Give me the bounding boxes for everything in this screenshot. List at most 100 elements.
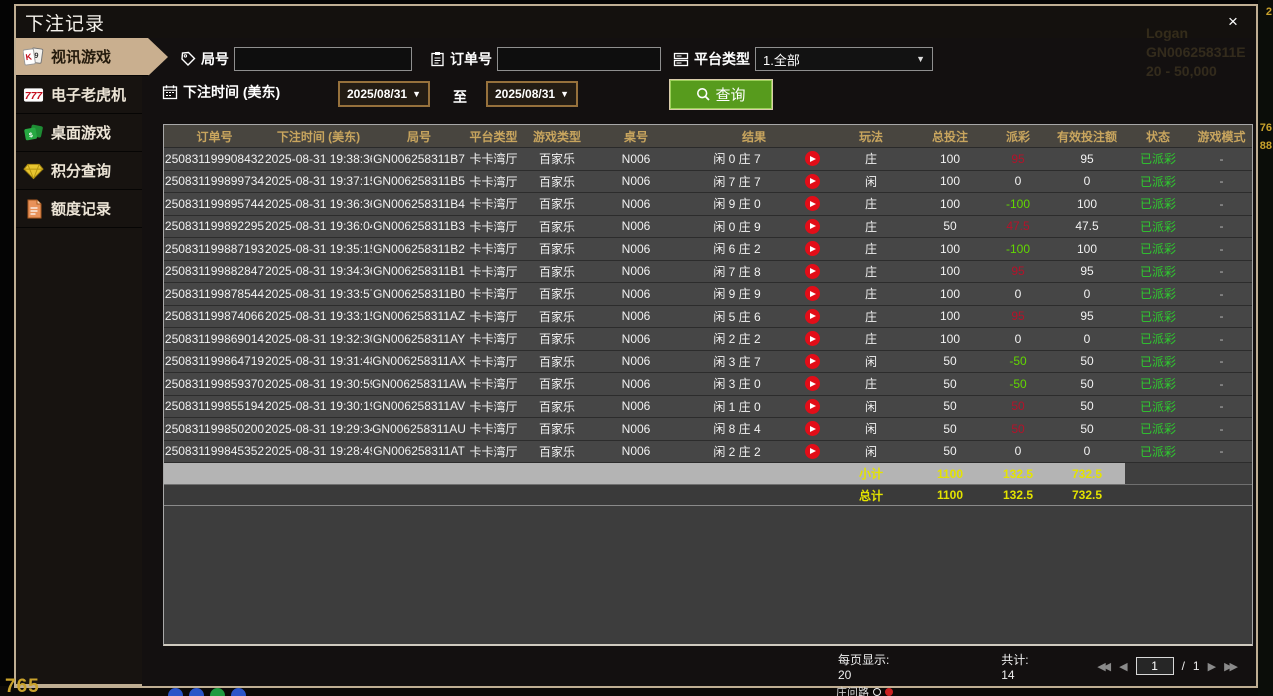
play-type-cell: 闲 <box>829 443 913 460</box>
sidebar-item-2[interactable]: 777电子老虎机 <box>16 76 142 114</box>
column-header: 平台类型 <box>466 128 521 145</box>
table-number-cell: N006 <box>593 287 679 301</box>
table-row[interactable]: 2508311998647192025-08-31 19:31:48GN0062… <box>164 351 1252 374</box>
platform-cell: 卡卡湾厅 <box>466 150 521 167</box>
close-icon[interactable]: × <box>1222 11 1244 33</box>
replay-button[interactable] <box>795 219 829 234</box>
table-number-cell: N006 <box>593 174 679 188</box>
result-text: 闲 3 庄 0 <box>679 375 795 392</box>
valid-bet-cell: 95 <box>1049 152 1125 166</box>
record-count-label: 共计: 14 <box>1001 651 1042 682</box>
game-mode-cell: - <box>1191 174 1252 188</box>
game-type-cell: 百家乐 <box>521 173 593 190</box>
column-header: 订单号 <box>164 128 265 145</box>
platform-cell: 卡卡湾厅 <box>466 240 521 257</box>
replay-button[interactable] <box>795 376 829 391</box>
play-icon <box>805 286 820 301</box>
status-cell: 已派彩 <box>1125 218 1191 235</box>
game-type-cell: 百家乐 <box>521 375 593 392</box>
clipboard-icon <box>430 51 445 67</box>
round-id-cell: GN006258311AY <box>372 332 466 346</box>
table-row[interactable]: 2508311998922952025-08-31 19:36:04GN0062… <box>164 216 1252 239</box>
subtotal-valid: 732.5 <box>1049 467 1125 481</box>
platform-cell: 卡卡湾厅 <box>466 375 521 392</box>
total-bet-cell: 100 <box>913 197 987 211</box>
table-row[interactable]: 2508311998997342025-08-31 19:37:15GN0062… <box>164 171 1252 194</box>
replay-button[interactable] <box>795 241 829 256</box>
first-page-button[interactable]: ◀◀ <box>1097 660 1111 673</box>
column-header: 结果 <box>679 128 829 145</box>
column-header: 派彩 <box>987 128 1049 145</box>
game-type-cell: 百家乐 <box>521 420 593 437</box>
table-number-cell: N006 <box>593 152 679 166</box>
valid-bet-cell: 0 <box>1049 287 1125 301</box>
valid-bet-cell: 0 <box>1049 174 1125 188</box>
play-type-cell: 庄 <box>829 150 913 167</box>
replay-button[interactable] <box>795 354 829 369</box>
table-row[interactable]: 2508311998871932025-08-31 19:35:15GN0062… <box>164 238 1252 261</box>
round-id-cell: GN006258311B1 <box>372 264 466 278</box>
last-page-button[interactable]: ▶▶ <box>1224 660 1238 673</box>
replay-button[interactable] <box>795 264 829 279</box>
result-text: 闲 3 庄 7 <box>679 353 795 370</box>
bead-icon <box>168 688 183 696</box>
sidebar-item-1[interactable]: 9K视讯游戏 <box>16 38 168 76</box>
table-row[interactable]: 2508311998828472025-08-31 19:34:36GN0062… <box>164 261 1252 284</box>
date-to-picker[interactable]: 2025/08/31 ▼ <box>486 81 578 107</box>
order-number-cell: 250831199874066 <box>164 309 265 323</box>
replay-button[interactable] <box>795 399 829 414</box>
total-bet-cell: 50 <box>913 354 987 368</box>
total-bet-cell: 50 <box>913 377 987 391</box>
table-header-row: 订单号下注时间 (美东)局号平台类型游戏类型桌号结果玩法总投注派彩有效投注额状态… <box>164 125 1252 148</box>
next-page-button[interactable]: ▶ <box>1208 660 1216 673</box>
total-bet-cell: 50 <box>913 422 987 436</box>
platform-type-select[interactable]: 1.全部 ▼ <box>755 47 933 71</box>
order-number-cell: 250831199869014 <box>164 332 265 346</box>
replay-button[interactable] <box>795 331 829 346</box>
total-bet-cell: 100 <box>913 287 987 301</box>
table-row[interactable]: 2508311998740662025-08-31 19:33:15GN0062… <box>164 306 1252 329</box>
table-row[interactable]: 2508311998690142025-08-31 19:32:30GN0062… <box>164 328 1252 351</box>
valid-bet-cell: 95 <box>1049 309 1125 323</box>
replay-button[interactable] <box>795 174 829 189</box>
replay-button[interactable] <box>795 421 829 436</box>
table-row[interactable]: 2508311998453522025-08-31 19:28:49GN0062… <box>164 441 1252 464</box>
column-header: 总投注 <box>913 128 987 145</box>
result-cell: 闲 9 庄 0 <box>679 195 829 212</box>
payout-cell: 0 <box>987 332 1049 346</box>
replay-button[interactable] <box>795 286 829 301</box>
background-right-strip: 2 76 88 <box>1258 0 1273 696</box>
result-text: 闲 9 庄 0 <box>679 195 795 212</box>
order-number-cell: 250831199895744 <box>164 197 265 211</box>
order-input[interactable] <box>497 47 661 71</box>
sidebar-item-5[interactable]: 额度记录 <box>16 190 142 228</box>
page-input[interactable] <box>1136 657 1174 675</box>
result-cell: 闲 2 庄 2 <box>679 443 829 460</box>
replay-button[interactable] <box>795 444 829 459</box>
table-row[interactable]: 2508311998502002025-08-31 19:29:34GN0062… <box>164 418 1252 441</box>
bet-time-cell: 2025-08-31 19:30:19 <box>265 399 372 413</box>
sidebar-item-3[interactable]: $桌面游戏 <box>16 114 142 152</box>
query-button[interactable]: 查询 <box>669 79 773 110</box>
replay-button[interactable] <box>795 151 829 166</box>
date-from-picker[interactable]: 2025/08/31 ▼ <box>338 81 430 107</box>
play-icon <box>805 444 820 459</box>
table-row[interactable]: 2508311998957442025-08-31 19:36:36GN0062… <box>164 193 1252 216</box>
sidebar-item-4[interactable]: 积分查询 <box>16 152 142 190</box>
order-number-cell: 250831199899734 <box>164 174 265 188</box>
order-number-cell: 250831199892295 <box>164 219 265 233</box>
round-input[interactable] <box>234 47 412 71</box>
play-icon <box>805 376 820 391</box>
table-row[interactable]: 2508311998551942025-08-31 19:30:19GN0062… <box>164 396 1252 419</box>
replay-button[interactable] <box>795 309 829 324</box>
chevron-down-icon: ▼ <box>412 89 421 99</box>
play-type-cell: 庄 <box>829 240 913 257</box>
payout-cell: 0 <box>987 287 1049 301</box>
prev-page-button[interactable]: ◀ <box>1119 660 1127 673</box>
table-row[interactable]: 2508311999084322025-08-31 19:38:36GN0062… <box>164 148 1252 171</box>
total-valid: 732.5 <box>1049 488 1125 502</box>
game-mode-cell: - <box>1191 219 1252 233</box>
table-row[interactable]: 2508311998593702025-08-31 19:30:59GN0062… <box>164 373 1252 396</box>
table-row[interactable]: 2508311998785442025-08-31 19:33:57GN0062… <box>164 283 1252 306</box>
replay-button[interactable] <box>795 196 829 211</box>
